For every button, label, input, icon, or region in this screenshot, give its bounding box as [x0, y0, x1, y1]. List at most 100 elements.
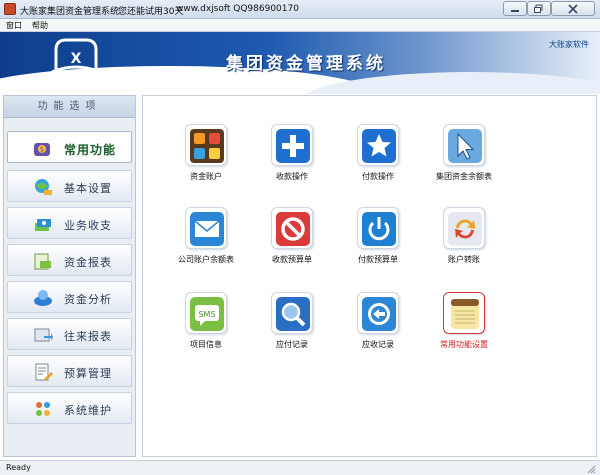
company-logo-icon: X: [51, 38, 101, 74]
tile-label: 应付记录: [276, 340, 308, 349]
sidebar-item-common-functions[interactable]: $ 常用功能: [7, 131, 132, 163]
status-bar: Ready: [0, 460, 600, 475]
tile-icon-frame: [357, 124, 399, 166]
cursor-arrow-icon: [448, 129, 482, 163]
tile-icon-frame: [271, 207, 313, 249]
app-grid-icon: [190, 129, 224, 163]
app-icon: [4, 3, 16, 15]
sidebar-item-fund-analysis[interactable]: 资金分析: [7, 281, 132, 313]
report-cash-icon: [34, 253, 51, 270]
notepad-icon: [451, 299, 479, 329]
sidebar-item-label: 基本设置: [64, 182, 112, 195]
menu-help[interactable]: 帮助: [32, 20, 48, 31]
tile-label: 应收记录: [362, 340, 394, 349]
sync-arrows-icon: [448, 212, 482, 246]
title-bar: 大账家集团资金管理系统 您还能试用30天 www.dxjsoft QQ98690…: [0, 0, 600, 19]
minimize-icon: [511, 10, 519, 12]
no-entry-icon: [276, 212, 310, 246]
tile-label: 付款操作: [362, 172, 394, 181]
tile-label: 收款预算单: [272, 255, 312, 264]
sidebar-item-business-income[interactable]: 业务收支: [7, 207, 132, 239]
sidebar-item-fund-reports[interactable]: 资金报表: [7, 244, 132, 276]
tile-label: 账户转账: [448, 255, 480, 264]
svg-text:SMS: SMS: [198, 310, 215, 319]
tile-group-balance-sheet[interactable]: 集团资金余额表: [421, 124, 505, 186]
tile-receipt-budget[interactable]: 收款预算单: [249, 207, 333, 269]
tile-label: 常用功能设置: [440, 340, 488, 349]
sidebar-item-label: 预算管理: [64, 367, 112, 380]
sidebar-item-label: 系统维护: [64, 404, 112, 417]
tile-receivable-records[interactable]: 应收记录: [335, 292, 419, 354]
close-icon: [568, 4, 578, 14]
close-button[interactable]: [551, 1, 595, 16]
menu-window[interactable]: 窗口: [6, 20, 22, 31]
coin-bag-icon: $: [34, 143, 50, 156]
money-stack-icon: [35, 219, 51, 231]
tile-payment-operation[interactable]: 付款操作: [335, 124, 419, 186]
tile-label: 收款操作: [276, 172, 308, 181]
sidebar-header: 功能选项: [4, 96, 135, 118]
header-banner: X 集团资金管理系统 大账家软件: [0, 32, 600, 94]
function-panel: 资金账户 收款操作 付款操作 集团资金余额表 公司账户余额表 收款预算单 付款预…: [142, 95, 597, 457]
sidebar-item-system-maintenance[interactable]: 系统维护: [7, 392, 132, 424]
tile-icon-frame: [357, 292, 399, 334]
restore-button[interactable]: [527, 1, 551, 16]
tile-icon-frame: [271, 124, 313, 166]
tile-payable-records[interactable]: 应付记录: [249, 292, 333, 354]
analysis-globe-icon: [34, 290, 52, 306]
sidebar-item-basic-settings[interactable]: 基本设置: [7, 170, 132, 202]
tile-receipt-operation[interactable]: 收款操作: [249, 124, 333, 186]
window-title: 大账家集团资金管理系统: [20, 7, 120, 17]
tile-fund-account[interactable]: 资金账户: [163, 124, 247, 186]
sidebar-item-budget-management[interactable]: 预算管理: [7, 355, 132, 387]
budget-document-icon: [35, 363, 53, 381]
back-arrow-icon: [362, 297, 396, 331]
status-text: Ready: [6, 463, 31, 472]
svg-text:X: X: [71, 51, 82, 67]
sidebar-item-label: 常用功能: [64, 143, 117, 157]
mail-icon: [190, 212, 224, 246]
tile-icon-frame: [357, 207, 399, 249]
power-icon: [362, 212, 396, 246]
tile-common-function-settings[interactable]: 常用功能设置: [421, 292, 505, 354]
sidebar-item-label: 往来报表: [64, 330, 112, 343]
tile-label: 付款预算单: [358, 255, 398, 264]
magnifier-icon: [276, 297, 310, 331]
tile-company-balance-sheet[interactable]: 公司账户余额表: [163, 207, 247, 269]
banner-wave-light: [300, 72, 600, 94]
svg-text:$: $: [40, 146, 44, 154]
banner-title: 集团资金管理系统: [226, 54, 386, 74]
tile-account-transfer[interactable]: 账户转账: [421, 207, 505, 269]
sidebar-item-transaction-reports[interactable]: 往来报表: [7, 318, 132, 350]
resize-grip-icon[interactable]: [586, 464, 596, 474]
tile-label: 公司账户余额表: [178, 255, 234, 264]
tile-icon-frame: [185, 207, 227, 249]
tile-icon-frame: [271, 292, 313, 334]
trial-notice: 您还能试用30天: [118, 7, 184, 17]
sidebar-item-label: 业务收支: [64, 219, 112, 232]
tile-icon-frame: [443, 124, 485, 166]
plus-icon: [276, 129, 310, 163]
restore-icon: [534, 4, 543, 13]
brand-name: 大账家软件: [549, 40, 589, 49]
tile-label: 资金账户: [190, 172, 222, 181]
system-maintenance-icon: [36, 402, 50, 416]
tile-project-info[interactable]: SMS 项目信息: [163, 292, 247, 354]
tile-icon-frame: SMS: [185, 292, 227, 334]
menu-bar: 窗口 帮助: [0, 19, 600, 32]
site-info: www.dxjsoft QQ986900170: [176, 4, 299, 14]
star-icon: [362, 129, 396, 163]
sidebar-item-label: 资金分析: [64, 293, 112, 306]
sms-icon: SMS: [190, 297, 224, 331]
sidebar-item-label: 资金报表: [64, 256, 112, 269]
tile-icon-frame: [443, 207, 485, 249]
tile-payment-budget[interactable]: 付款预算单: [335, 207, 419, 269]
sidebar: 功能选项 $ 常用功能 基本设置 业务收支 资金报表 资金分析 往来报表 预算管…: [3, 95, 136, 457]
tile-label: 集团资金余额表: [436, 172, 492, 181]
tile-icon-frame: [185, 124, 227, 166]
minimize-button[interactable]: [503, 1, 527, 16]
tile-label: 项目信息: [190, 340, 222, 349]
transfer-report-icon: [34, 328, 53, 342]
globe-settings-icon: [35, 179, 52, 195]
tile-icon-frame: [443, 292, 485, 334]
